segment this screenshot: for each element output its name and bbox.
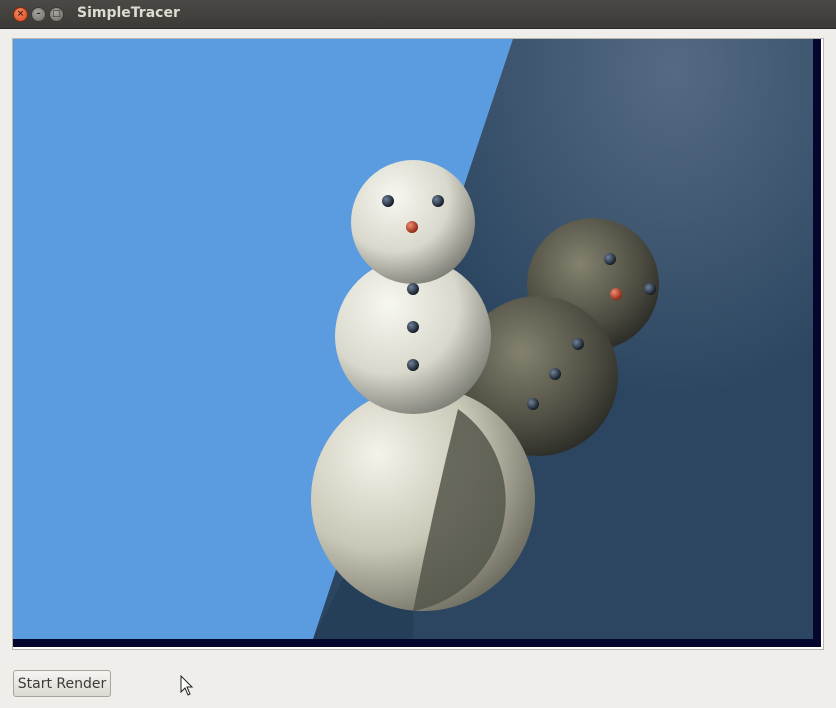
render-viewport xyxy=(13,39,821,647)
render-border-bottom xyxy=(13,639,821,647)
body-button-1 xyxy=(407,283,419,295)
shadow-nose xyxy=(610,288,622,300)
title-bar: × – □ SimpleTracer xyxy=(0,0,836,29)
shadow-button-1 xyxy=(572,338,584,350)
minimize-window-button[interactable]: – xyxy=(31,7,46,22)
eye-left xyxy=(382,195,394,207)
mouse-pointer-icon xyxy=(180,675,194,696)
shadow-eye-2 xyxy=(644,283,656,295)
window-title: SimpleTracer xyxy=(77,5,180,21)
nose xyxy=(406,221,418,233)
shadow-button-2 xyxy=(549,368,561,380)
close-window-button[interactable]: × xyxy=(13,7,28,22)
render-border-right xyxy=(813,39,821,647)
shadow-eye-1 xyxy=(604,253,616,265)
rendered-scene xyxy=(13,39,821,647)
shadow-button-3 xyxy=(527,398,539,410)
body-button-2 xyxy=(407,321,419,333)
body-button-3 xyxy=(407,359,419,371)
maximize-window-button[interactable]: □ xyxy=(49,7,64,22)
start-render-button[interactable]: Start Render xyxy=(13,670,111,697)
eye-right xyxy=(432,195,444,207)
